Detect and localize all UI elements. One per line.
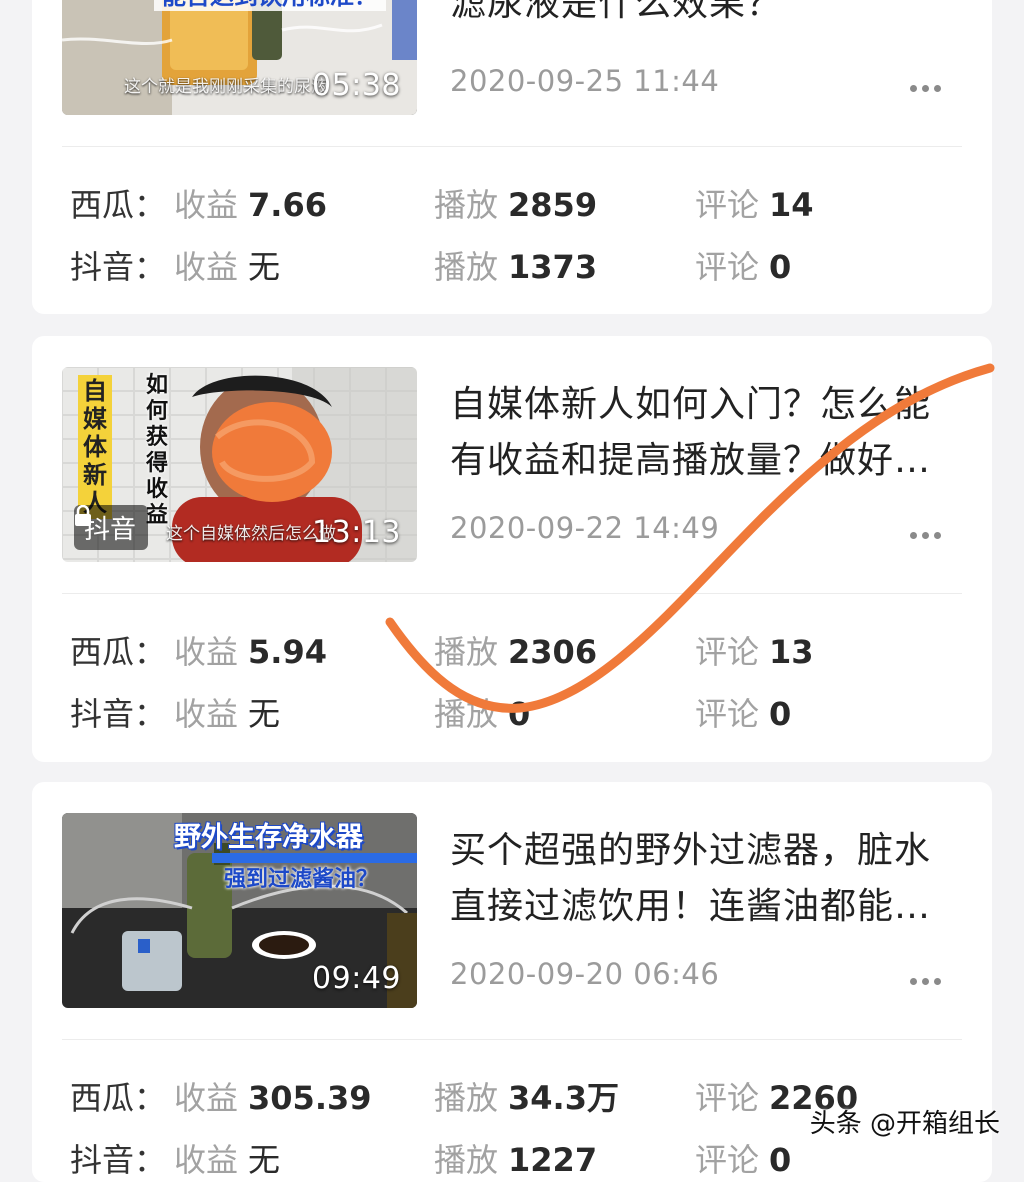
video-title[interactable]: 滤尿液是什么效果？ <box>450 0 960 32</box>
revenue-value: 无 <box>248 248 281 286</box>
stats-row-douyin: 抖音： 收益无 播放 1373 评论 0 <box>32 242 992 286</box>
video-thumbnail[interactable]: 自媒体新人 如何获得收益 这个自媒体然后怎么做 抖音 13:13 <box>62 367 417 562</box>
revenue-label: 收益 <box>174 633 239 671</box>
comments-value: 0 <box>769 1141 792 1179</box>
plays-label: 播放 <box>434 186 499 224</box>
video-card-2[interactable]: 自媒体新人 如何获得收益 这个自媒体然后怎么做 抖音 13:13 自媒体新人如何… <box>32 336 992 762</box>
thumb-subtitle: 这个就是我刚刚采集的尿液 <box>124 77 328 97</box>
revenue-value: 7.66 <box>248 186 327 224</box>
more-options-icon[interactable] <box>910 524 950 539</box>
divider <box>62 593 962 594</box>
plays-value: 2859 <box>508 186 598 224</box>
stats-row-xigua: 西瓜： 收益 5.94 播放 2306 评论 13 <box>32 627 992 671</box>
comments-label: 评论 <box>695 695 760 733</box>
video-duration: 05:38 <box>312 68 401 103</box>
thumb-caption-right: 如何获得收益 <box>145 373 168 528</box>
revenue-value: 305.39 <box>248 1079 372 1117</box>
stats-row-douyin: 抖音： 收益无 播放 1227 评论 0 <box>32 1135 992 1179</box>
revenue-value: 无 <box>248 1141 281 1179</box>
revenue-value: 5.94 <box>248 633 327 671</box>
video-title-line-1: 自媒体新人如何入门？怎么能 <box>450 384 932 425</box>
platform-label: 抖音： <box>70 695 167 733</box>
divider <box>62 1039 962 1040</box>
thumb-caption-mid: 强到过滤酱油？ <box>224 867 379 892</box>
thumb-subtitle: 这个自媒体然后怎么做 <box>166 524 336 544</box>
revenue-label: 收益 <box>174 248 239 286</box>
video-title[interactable]: 买个超强的野外过滤器，脏水 直接过滤饮用！连酱油都能… <box>450 823 960 935</box>
video-thumbnail[interactable]: 野外生存净水器 强到过滤酱油？ 09:49 <box>62 813 417 1008</box>
plays-label: 播放 <box>434 695 499 733</box>
stats-row-xigua: 西瓜： 收益 7.66 播放 2859 评论 14 <box>32 180 992 224</box>
plays-value: 2306 <box>508 633 598 671</box>
video-duration: 09:49 <box>312 961 401 996</box>
publish-date: 2020-09-20 06:46 <box>450 957 720 991</box>
thumb-caption-left: 自媒体新人 <box>78 375 112 519</box>
watermark: 头条 @开箱组长 <box>809 1109 1000 1139</box>
video-title-line-2: 有收益和提高播放量？做好… <box>450 440 932 481</box>
video-thumbnail[interactable]: 能否达到饮用标准？ 这个就是我刚刚采集的尿液 05:38 <box>62 0 417 115</box>
video-duration: 13:13 <box>312 515 401 550</box>
publish-date: 2020-09-22 14:49 <box>450 511 720 545</box>
comments-label: 评论 <box>695 186 760 224</box>
platform-label: 西瓜： <box>70 186 167 224</box>
video-card-1[interactable]: 能否达到饮用标准？ 这个就是我刚刚采集的尿液 05:38 滤尿液是什么效果？ 2… <box>32 0 992 314</box>
plays-label: 播放 <box>434 633 499 671</box>
more-options-icon[interactable] <box>910 77 950 92</box>
plays-value: 1227 <box>508 1141 598 1179</box>
revenue-label: 收益 <box>174 1141 239 1179</box>
lock-icon <box>75 505 91 526</box>
divider <box>62 146 962 147</box>
comments-value: 14 <box>769 186 814 224</box>
platform-label: 抖音： <box>70 248 167 286</box>
revenue-label: 收益 <box>174 1079 239 1117</box>
thumb-caption-top: 野外生存净水器 <box>174 822 363 853</box>
platform-label: 抖音： <box>70 1141 167 1179</box>
plays-value: 0 <box>508 695 531 733</box>
video-title-line-2: 直接过滤饮用！连酱油都能… <box>450 886 932 927</box>
stats-row-douyin: 抖音： 收益无 播放 0 评论 0 <box>32 689 992 733</box>
comments-value: 0 <box>769 248 792 286</box>
video-title-line-1: 买个超强的野外过滤器，脏水 <box>450 830 932 871</box>
more-options-icon[interactable] <box>910 970 950 985</box>
platform-badge: 抖音 <box>74 505 149 550</box>
comments-label: 评论 <box>695 1079 760 1117</box>
video-title[interactable]: 自媒体新人如何入门？怎么能 有收益和提高播放量？做好… <box>450 377 960 489</box>
revenue-value: 无 <box>248 695 281 733</box>
revenue-label: 收益 <box>174 186 239 224</box>
revenue-label: 收益 <box>174 695 239 733</box>
platform-label: 西瓜： <box>70 633 167 671</box>
plays-value: 34.3万 <box>508 1079 619 1117</box>
comments-label: 评论 <box>695 248 760 286</box>
plays-label: 播放 <box>434 1141 499 1179</box>
thumb-caption: 能否达到饮用标准？ <box>154 0 386 11</box>
comments-label: 评论 <box>695 1141 760 1179</box>
publish-date: 2020-09-25 11:44 <box>450 64 720 98</box>
comments-value: 0 <box>769 695 792 733</box>
plays-value: 1373 <box>508 248 598 286</box>
plays-label: 播放 <box>434 1079 499 1117</box>
plays-label: 播放 <box>434 248 499 286</box>
comments-label: 评论 <box>695 633 760 671</box>
platform-label: 西瓜： <box>70 1079 167 1117</box>
comments-value: 13 <box>769 633 814 671</box>
